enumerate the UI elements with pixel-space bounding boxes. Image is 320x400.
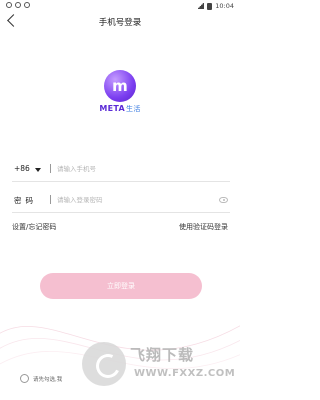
watermark: 飞翔下载 WWW.FXXZ.COM [78, 338, 238, 396]
app-logo: m [104, 70, 136, 102]
dropdown-caret-icon[interactable] [35, 168, 41, 172]
sms-login-link[interactable]: 使用验证码登录 [179, 222, 228, 232]
phone-field: +86 [12, 160, 230, 182]
field-divider [50, 195, 51, 204]
notification-icons [6, 2, 30, 8]
brand-name: META生活 [0, 104, 240, 114]
notification-icon [6, 2, 12, 8]
login-button[interactable]: 立即登录 [40, 273, 202, 299]
notification-icon [24, 2, 30, 8]
password-label: 密码 [14, 196, 37, 205]
watermark-title: 飞翔下载 [130, 346, 195, 364]
status-indicators: 10:04 [197, 2, 234, 10]
country-code-selector[interactable]: +86 [14, 164, 30, 173]
password-field: 密码 [12, 191, 230, 213]
brand-name-cn: 生活 [126, 105, 141, 113]
status-time: 10:04 [215, 2, 234, 10]
password-input[interactable] [57, 193, 207, 207]
battery-icon [207, 2, 213, 10]
brand-name-en: META [99, 104, 126, 113]
signal-icon [197, 3, 205, 9]
logo-glyph: m [112, 77, 128, 95]
agreement-text: 请先勾选,我 [33, 376, 63, 383]
watermark-logo-icon [82, 342, 126, 386]
page-title: 手机号登录 [98, 18, 142, 28]
watermark-url: WWW.FXXZ.COM [134, 368, 236, 379]
field-divider [50, 164, 51, 173]
forgot-password-link[interactable]: 设置/忘记密码 [12, 222, 56, 232]
watermark-glyph [92, 350, 124, 382]
status-bar: 10:04 [0, 0, 240, 12]
notification-icon [15, 2, 21, 8]
eye-icon[interactable] [219, 197, 228, 203]
phone-input[interactable] [57, 162, 207, 176]
agreement-checkbox[interactable] [20, 374, 29, 383]
agreement-row: 请先勾选,我 [20, 374, 62, 383]
nav-bar: 手机号登录 [0, 13, 240, 31]
